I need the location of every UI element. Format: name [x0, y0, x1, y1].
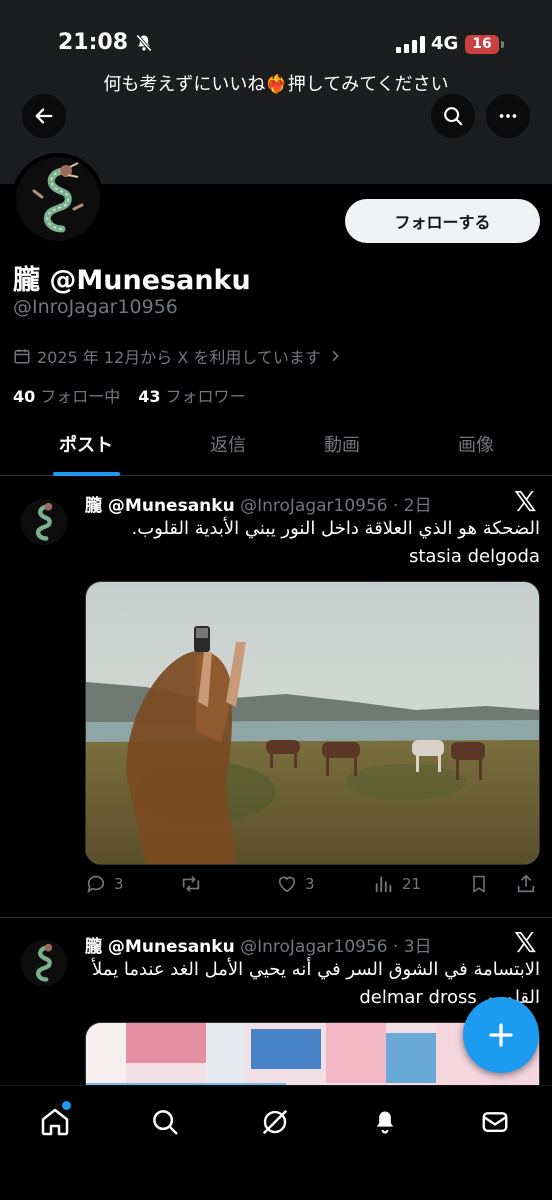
post-header: 朧 @Munesanku @InroJagar10956 · 3日 [85, 932, 432, 957]
photo-woman-horses [86, 582, 539, 864]
followers-link[interactable]: 43 フォロワー [138, 383, 245, 407]
battery-icon: 16 [465, 35, 504, 54]
nav-grok[interactable] [255, 1104, 295, 1140]
post-text: الابتسامة في الشوق السر في أنه يحيي الأم… [91, 959, 540, 1008]
grok-icon [262, 1109, 288, 1135]
more-button[interactable] [486, 94, 530, 138]
share-icon [517, 874, 535, 893]
network-type: 4G [431, 33, 459, 54]
tab-posts[interactable]: ポスト [30, 420, 142, 476]
post-actions: 3 3 21 [85, 873, 540, 903]
reply-button[interactable]: 3 [85, 873, 124, 895]
tab-replies[interactable]: 返信 [172, 420, 284, 476]
calendar-icon [14, 349, 30, 364]
heart-icon [278, 876, 296, 893]
home-icon [41, 1108, 69, 1136]
back-button[interactable] [22, 94, 66, 138]
tab-images[interactable]: 画像 [420, 420, 532, 476]
nav-home[interactable] [35, 1101, 75, 1140]
tab-videos[interactable]: 動画 [286, 420, 398, 476]
search-icon [444, 107, 463, 126]
post-author-name[interactable]: 朧 @Munesanku [85, 496, 235, 516]
repost-button[interactable] [179, 873, 210, 895]
follow-counts: 40 フォロー中 43 フォロワー [13, 383, 246, 407]
header-title: 何も考えずにいいね❤️‍🔥押してみてください [103, 74, 449, 95]
x-logo-icon: 𝕏 [514, 485, 537, 518]
dragon-avatar-image [21, 499, 67, 545]
mute-bell-icon [136, 33, 152, 52]
arrow-left-icon [35, 108, 53, 124]
messages-icon [482, 1112, 508, 1132]
compose-button[interactable] [463, 997, 539, 1073]
search-button[interactable] [431, 94, 475, 138]
views-icon [375, 876, 392, 893]
x-logo-icon: 𝕏 [514, 926, 537, 959]
profile-avatar[interactable] [12, 153, 104, 245]
post-image[interactable] [85, 581, 540, 865]
share-button[interactable] [515, 873, 537, 895]
search-icon [153, 1110, 178, 1135]
chevron-right-icon[interactable] [327, 348, 343, 364]
like-button[interactable]: 3 [276, 873, 315, 895]
bookmark-icon [473, 875, 485, 893]
post-item[interactable]: 朧 @Munesanku @InroJagar10956 · 3日 𝕏 الاب… [0, 918, 552, 1102]
status-time: 21:08 [58, 30, 154, 55]
bottom-navigation [0, 1085, 552, 1200]
notification-dot [62, 1101, 71, 1110]
reply-icon [87, 875, 105, 894]
post-meta: @InroJagar10956 · 3日 [240, 937, 432, 957]
post-header: 朧 @Munesanku @InroJagar10956 · 2日 [85, 491, 432, 516]
dragon-avatar-image [16, 157, 100, 241]
profile-display-name: 朧 @Munesanku [13, 265, 251, 296]
post-text-en: stasia delgoda [409, 546, 540, 567]
post-author-name[interactable]: 朧 @Munesanku [85, 937, 235, 957]
status-bar: 21:08 4G 16 [0, 0, 552, 70]
profile-tabs: ポスト 返信 動画 画像 [0, 420, 552, 476]
nav-messages[interactable] [475, 1104, 515, 1140]
more-icon [499, 114, 517, 118]
repost-icon [182, 876, 200, 892]
notifications-icon [376, 1111, 394, 1134]
signal-icon [396, 36, 425, 53]
views-button[interactable]: 21 [373, 873, 421, 895]
active-tab-indicator [53, 472, 120, 476]
nav-search[interactable] [145, 1104, 185, 1140]
nav-notifications[interactable] [365, 1104, 405, 1140]
follow-button[interactable]: フォローする [345, 199, 540, 243]
post-item[interactable]: 朧 @Munesanku @InroJagar10956 · 2日 𝕏 الضح… [0, 477, 552, 917]
following-link[interactable]: 40 フォロー中 [13, 383, 120, 407]
post-avatar[interactable] [21, 940, 67, 986]
plus-icon [489, 1023, 513, 1047]
dragon-avatar-image [21, 940, 67, 986]
post-meta: @InroJagar10956 · 2日 [240, 496, 432, 516]
joined-date: 2025 年 12月から X を利用しています [13, 344, 343, 368]
profile-handle: @InroJagar10956 [13, 296, 178, 318]
post-avatar[interactable] [21, 499, 67, 545]
post-text: الضحكة هو الذي العلاقة داخل النور يبني ا… [131, 518, 540, 539]
bookmark-button[interactable] [469, 873, 489, 895]
